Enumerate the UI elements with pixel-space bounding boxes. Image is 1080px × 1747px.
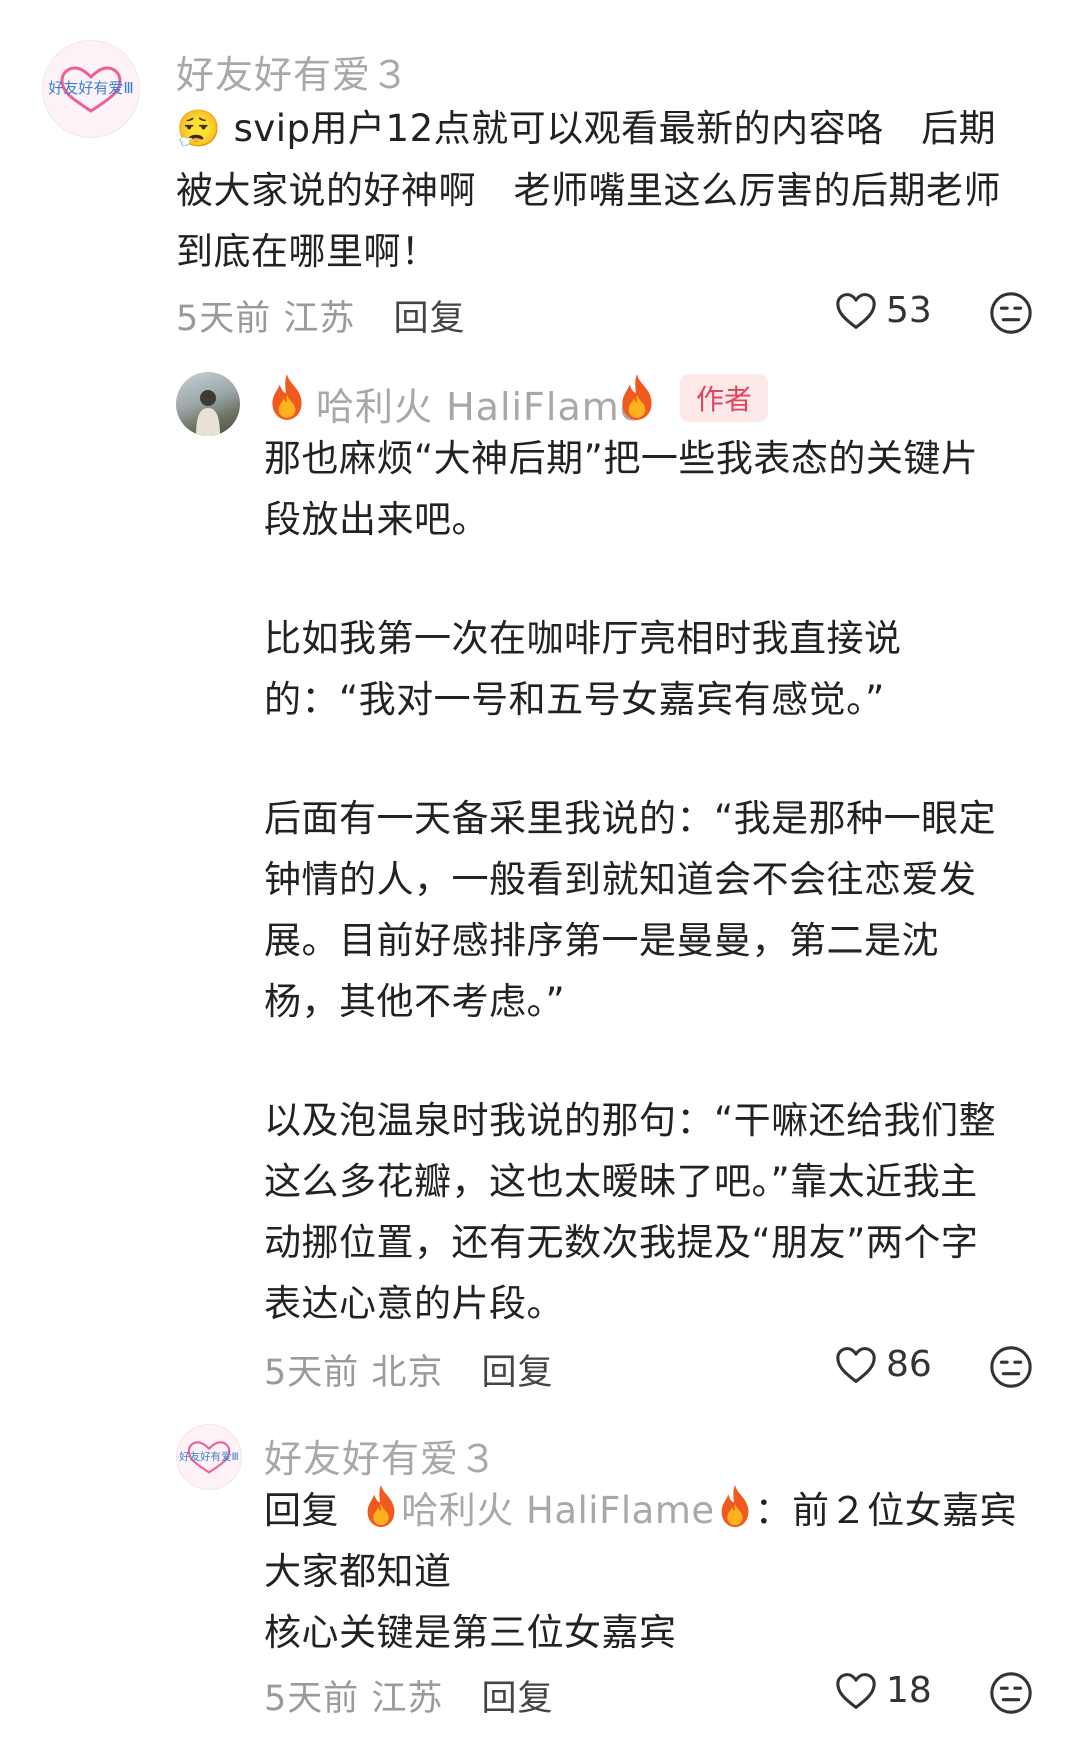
reply-button[interactable]: 回复: [482, 1679, 554, 1719]
flame-icon: [361, 1483, 401, 1529]
like-button[interactable]: 53: [834, 290, 932, 331]
dislike-face-icon[interactable]: [988, 1344, 1034, 1390]
like-button[interactable]: 86: [834, 1344, 932, 1385]
heart-icon: [834, 1671, 878, 1711]
reply-prefix: 回复: [264, 1489, 339, 1532]
heart-icon: [834, 1345, 878, 1385]
comment-text: 回复 哈利火 HaliFlame ：前２位女嘉宾 大家都知道 核心关键是第三位女嘉…: [264, 1480, 1024, 1663]
comment-text: 😮‍💨 svip用户12点就可以观看最新的内容咯 后期被大家说的好神啊 老师嘴里…: [176, 98, 1016, 282]
avatar[interactable]: [176, 372, 240, 436]
comment-meta: 5天前 江苏 回复: [264, 1670, 554, 1721]
comment-line: 核心关键是第三位女嘉宾: [264, 1611, 677, 1654]
like-count: 86: [886, 1344, 932, 1385]
comment-meta: 5天前 北京 回复: [264, 1344, 554, 1395]
reply-button[interactable]: 回复: [482, 1353, 554, 1393]
comment-paragraph: 以及泡温泉时我说的那句：“干嘛还给我们整这么多花瓣，这也太暧昧了吧。”靠太近我主…: [264, 1099, 997, 1325]
flame-icon: [715, 1483, 755, 1529]
time-location: 5天前 北京: [264, 1353, 444, 1393]
mention-username[interactable]: 哈利火 HaliFlame: [401, 1489, 714, 1532]
like-count: 18: [886, 1670, 932, 1711]
like-button[interactable]: 18: [834, 1670, 932, 1711]
comment-text: 那也麻烦“大神后期”把一些我表态的关键片段放出来吧。 比如我第一次在咖啡厅亮相时…: [264, 428, 1010, 1334]
reply-text: ：前２位女嘉宾: [754, 1489, 1018, 1532]
dislike-face-icon[interactable]: [988, 1670, 1034, 1716]
avatar[interactable]: 好友好有爱Ⅲ: [42, 40, 140, 138]
heart-icon: [834, 291, 878, 331]
person-photo-icon: [196, 390, 220, 436]
dislike-face-icon[interactable]: [988, 290, 1034, 336]
comment-line: 大家都知道: [264, 1550, 452, 1593]
comment-paragraph: 后面有一天备采里我说的：“我是那种一眼定钟情的人，一般看到就知道会不会往恋爱发展…: [264, 797, 997, 1023]
avatar-text: 好友好有爱Ⅲ: [48, 80, 133, 97]
avatar-text: 好友好有爱Ⅲ: [179, 1450, 238, 1463]
avatar[interactable]: 好友好有爱Ⅲ: [176, 1424, 242, 1490]
like-count: 53: [886, 290, 932, 331]
sighing-face-icon: 😮‍💨: [176, 109, 222, 150]
username[interactable]: 好友好有爱３: [264, 1428, 498, 1483]
time-location: 5天前 江苏: [176, 299, 356, 339]
show-logo-icon: 好友好有爱Ⅲ: [179, 1441, 239, 1474]
reply-button[interactable]: 回复: [394, 299, 466, 339]
flame-icon: [616, 372, 658, 422]
comment-paragraph: 比如我第一次在咖啡厅亮相时我直接说的：“我对一号和五号女嘉宾有感觉。”: [264, 617, 902, 721]
comment-meta: 5天前 江苏 回复: [176, 290, 466, 341]
author-badge: 作者: [680, 374, 769, 422]
username[interactable]: 好友好有爱３: [176, 44, 410, 99]
comment-paragraph: 那也麻烦“大神后期”把一些我表态的关键片段放出来吧。: [264, 437, 979, 541]
comment-body: svip用户12点就可以观看最新的内容咯 后期被大家说的好神啊 老师嘴里这么厉害…: [176, 107, 1001, 273]
time-location: 5天前 江苏: [264, 1679, 444, 1719]
username[interactable]: 哈利火 HaliFlame: [316, 376, 644, 431]
show-logo-icon: 好友好有爱Ⅲ: [48, 66, 134, 113]
flame-icon: [266, 372, 308, 422]
reply-line: 回复 哈利火 HaliFlame ：前２位女嘉宾: [264, 1480, 1024, 1541]
